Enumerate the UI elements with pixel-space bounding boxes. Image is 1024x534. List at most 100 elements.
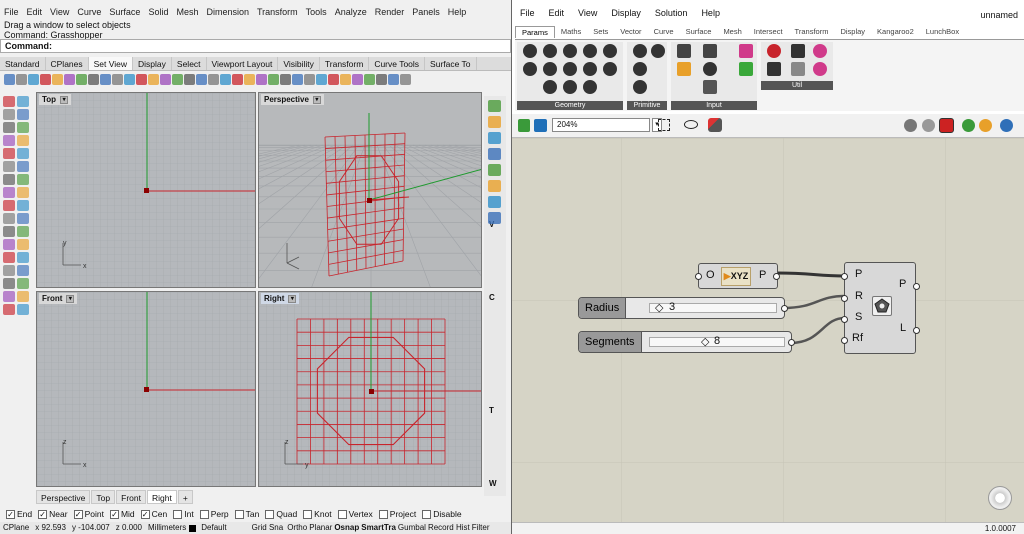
tab-select[interactable]: Select — [172, 57, 207, 70]
modeling-tool-icon[interactable] — [17, 174, 29, 185]
set-view-tool-icon[interactable] — [16, 74, 27, 85]
modeling-tool-icon[interactable] — [17, 96, 29, 107]
modeling-tool-icon[interactable] — [17, 122, 29, 133]
modeling-tool-icon[interactable] — [3, 226, 15, 237]
gh-param-icon[interactable] — [767, 44, 781, 58]
gh-tab-display[interactable]: Display — [834, 26, 871, 38]
save-file-icon[interactable] — [534, 119, 547, 132]
set-view-tool-icon[interactable] — [376, 74, 387, 85]
viewport-title-top[interactable]: Top ▾ — [39, 94, 72, 105]
osnap-point[interactable]: ✓ Point — [73, 509, 104, 519]
open-file-icon[interactable] — [518, 119, 530, 132]
status-cplane[interactable]: CPlane — [0, 522, 32, 534]
menu-dimension[interactable]: Dimension — [206, 7, 249, 17]
menu-help[interactable]: Help — [448, 7, 467, 17]
osnap-end[interactable]: ✓ End — [6, 509, 32, 519]
checkbox-icon[interactable]: ✓ — [140, 509, 150, 519]
tab-surface-tools[interactable]: Surface To — [425, 57, 477, 70]
menu-panels[interactable]: Panels — [412, 7, 440, 17]
modeling-tool-icon[interactable] — [17, 278, 29, 289]
display-mode-icon[interactable] — [488, 100, 501, 112]
input-pin[interactable] — [841, 316, 848, 323]
gh-param-icon[interactable] — [633, 80, 647, 94]
tab-transform[interactable]: Transform — [320, 57, 370, 70]
output-pin[interactable] — [913, 283, 920, 290]
gh-menu-edit[interactable]: Edit — [549, 8, 565, 18]
osnap-perp[interactable]: Perp — [199, 509, 229, 519]
gh-param-icon[interactable] — [583, 62, 597, 76]
viewport-front[interactable]: z x Front ▾ — [36, 291, 256, 487]
checkbox-icon[interactable] — [303, 509, 313, 519]
status-smarttrack[interactable]: SmartTra — [360, 522, 397, 534]
chevron-down-icon[interactable]: ▾ — [60, 95, 69, 104]
modeling-tool-icon[interactable] — [17, 291, 29, 302]
tab-display[interactable]: Display — [133, 57, 172, 70]
status-filter[interactable]: Filter — [471, 522, 491, 534]
gh-tab-surface[interactable]: Surface — [680, 26, 718, 38]
set-view-tool-icon[interactable] — [340, 74, 351, 85]
osnap-vertex[interactable]: Vertex — [337, 509, 373, 519]
modeling-tool-icon[interactable] — [17, 187, 29, 198]
status-record-history[interactable]: Record Hist — [427, 522, 471, 534]
modeling-tool-icon[interactable] — [3, 252, 15, 263]
display-mode-icon[interactable] — [488, 180, 501, 192]
menu-transform[interactable]: Transform — [257, 7, 298, 17]
viewport-tab-front[interactable]: Front — [116, 490, 146, 504]
set-view-tool-icon[interactable] — [28, 74, 39, 85]
osnap-knot[interactable]: Knot — [303, 509, 332, 519]
viewport-title-perspective[interactable]: Perspective ▾ — [261, 94, 324, 105]
checkbox-icon[interactable] — [422, 509, 432, 519]
input-pin[interactable] — [695, 273, 702, 280]
modeling-tool-icon[interactable] — [3, 200, 15, 211]
viewport-tab-perspective[interactable]: Perspective — [36, 490, 91, 504]
menu-view[interactable]: View — [50, 7, 69, 17]
settings-icon[interactable] — [1000, 119, 1013, 132]
gh-tab-sets[interactable]: Sets — [587, 26, 614, 38]
output-pin[interactable] — [781, 305, 788, 312]
gh-param-icon[interactable] — [633, 62, 647, 76]
modeling-tool-icon[interactable] — [3, 148, 15, 159]
input-pin[interactable] — [841, 337, 848, 344]
canvas-navigation-icon[interactable] — [988, 486, 1012, 510]
viewport-tab-top[interactable]: Top — [91, 490, 116, 504]
gh-tab-transform[interactable]: Transform — [789, 26, 835, 38]
viewport-title-front[interactable]: Front ▾ — [39, 293, 78, 304]
display-mode-icon[interactable] — [488, 196, 501, 208]
output-pin[interactable] — [788, 339, 795, 346]
gh-param-icon[interactable] — [739, 44, 753, 58]
output-pin[interactable] — [913, 327, 920, 334]
modeling-tool-icon[interactable] — [3, 278, 15, 289]
gh-param-icon[interactable] — [813, 62, 827, 76]
gh-tab-maths[interactable]: Maths — [555, 26, 587, 38]
checkbox-icon[interactable] — [337, 509, 347, 519]
gh-tab-lunchbox[interactable]: LunchBox — [920, 26, 965, 38]
gh-param-icon[interactable] — [677, 62, 691, 76]
tab-viewport-layout[interactable]: Viewport Layout — [207, 57, 279, 70]
set-view-tool-icon[interactable] — [304, 74, 315, 85]
set-view-tool-icon[interactable] — [76, 74, 87, 85]
preview-wireframe-icon[interactable] — [904, 119, 917, 132]
menu-render[interactable]: Render — [375, 7, 405, 17]
set-view-tool-icon[interactable] — [352, 74, 363, 85]
modeling-tool-icon[interactable] — [17, 213, 29, 224]
modeling-tool-icon[interactable] — [3, 239, 15, 250]
gh-menu-help[interactable]: Help — [701, 8, 720, 18]
gh-tab-params[interactable]: Params — [515, 26, 555, 38]
set-view-tool-icon[interactable] — [400, 74, 411, 85]
modeling-tool-icon[interactable] — [17, 109, 29, 120]
modeling-tool-icon[interactable] — [17, 161, 29, 172]
modeling-tool-icon[interactable] — [3, 291, 15, 302]
gh-param-icon[interactable] — [563, 80, 577, 94]
gh-tab-curve[interactable]: Curve — [648, 26, 680, 38]
modeling-tool-icon[interactable] — [17, 226, 29, 237]
osnap-mid[interactable]: ✓ Mid — [109, 509, 135, 519]
status-gumball[interactable]: Gumbal — [397, 522, 427, 534]
viewport-right[interactable]: zy Right ▾ — [258, 291, 482, 487]
status-units[interactable]: Millimeters — [145, 522, 189, 534]
set-view-tool-icon[interactable] — [136, 74, 147, 85]
set-view-tool-icon[interactable] — [256, 74, 267, 85]
set-view-tool-icon[interactable] — [268, 74, 279, 85]
gh-param-icon[interactable] — [703, 62, 717, 76]
gh-menu-display[interactable]: Display — [611, 8, 641, 18]
tab-curve-tools[interactable]: Curve Tools — [369, 57, 426, 70]
